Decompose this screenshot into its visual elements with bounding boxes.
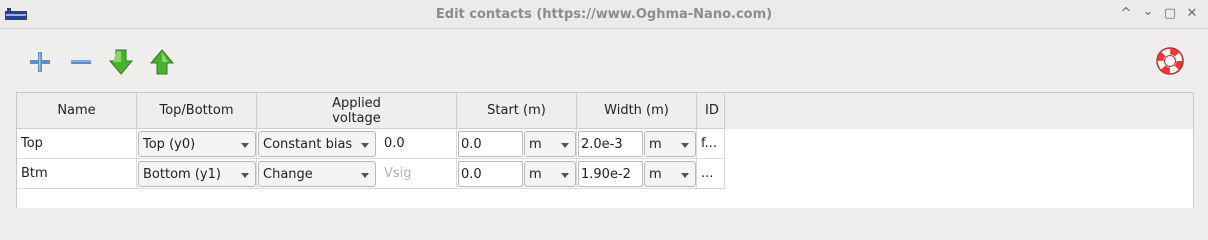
window-minimize-button[interactable]: ⌄: [1141, 5, 1155, 19]
voltage-type-value: Constant bias: [263, 137, 353, 152]
arrow-up-icon[interactable]: [148, 48, 176, 76]
chevron-down-icon: [241, 143, 249, 148]
chevron-down-icon: [241, 173, 249, 178]
position-value: Bottom (y1): [143, 167, 221, 182]
voltage-value-field[interactable]: 0.0: [384, 136, 405, 151]
column-header-width[interactable]: Width (m): [577, 93, 697, 129]
chevron-down-icon: [681, 143, 689, 148]
chevron-down-icon: [561, 143, 569, 148]
chevron-down-icon: [361, 173, 369, 178]
width-unit-dropdown[interactable]: m: [644, 161, 696, 187]
window-shade-button[interactable]: ^: [1119, 7, 1133, 21]
voltage-cell: Change Vsig: [257, 159, 457, 189]
contacts-table: Name Top/Bottom Applied voltage Start (m…: [16, 92, 1194, 208]
chevron-down-icon: [361, 143, 369, 148]
contact-id: ...: [701, 166, 714, 181]
name-cell[interactable]: Btm: [17, 159, 137, 189]
id-cell[interactable]: f...: [697, 129, 725, 159]
width-unit-value: m: [649, 137, 662, 152]
start-input[interactable]: 0.0: [458, 131, 523, 157]
title-bar: Edit contacts (https://www.Oghma-Nano.co…: [0, 0, 1208, 29]
start-unit-value: m: [529, 167, 542, 182]
arrow-down-icon[interactable]: [107, 48, 135, 76]
start-input[interactable]: 0.0: [458, 161, 523, 187]
position-cell: Top (y0): [137, 129, 257, 159]
voltage-type-value: Change: [263, 167, 313, 182]
contact-name: Top: [21, 136, 43, 151]
contact-id: f...: [701, 136, 718, 151]
lifebuoy-icon[interactable]: [1155, 46, 1185, 76]
width-input[interactable]: 1.90e-2: [578, 161, 643, 187]
position-dropdown[interactable]: Top (y0): [138, 131, 256, 157]
width-unit-value: m: [649, 167, 662, 182]
voltage-signal-field[interactable]: Vsig: [384, 166, 412, 181]
toolbar: [0, 30, 1208, 92]
width-unit-dropdown[interactable]: m: [644, 131, 696, 157]
column-header-name[interactable]: Name: [17, 93, 137, 129]
plus-icon[interactable]: [26, 48, 54, 76]
window-close-button[interactable]: ✕: [1185, 7, 1199, 21]
contact-name: Btm: [21, 166, 48, 181]
width-value: 2.0e-3: [581, 137, 623, 152]
width-cell: 1.90e-2 m: [577, 159, 697, 189]
position-dropdown[interactable]: Bottom (y1): [138, 161, 256, 187]
minus-icon[interactable]: [67, 48, 95, 76]
column-header-id[interactable]: ID: [697, 93, 725, 129]
name-cell[interactable]: Top: [17, 129, 137, 159]
start-cell: 0.0 m: [457, 129, 577, 159]
window-title: Edit contacts (https://www.Oghma-Nano.co…: [435, 7, 773, 22]
position-value: Top (y0): [143, 137, 196, 152]
window-maximize-button[interactable]: ▢: [1163, 7, 1177, 21]
start-unit-value: m: [529, 137, 542, 152]
voltage-cell: Constant bias 0.0: [257, 129, 457, 159]
start-cell: 0.0 m: [457, 159, 577, 189]
column-header-top-bottom[interactable]: Top/Bottom: [137, 93, 257, 129]
column-header-applied-voltage[interactable]: Applied voltage: [257, 93, 457, 129]
width-value: 1.90e-2: [581, 167, 631, 182]
column-header-start[interactable]: Start (m): [457, 93, 577, 129]
chevron-down-icon: [681, 173, 689, 178]
chevron-down-icon: [561, 173, 569, 178]
start-value: 0.0: [461, 137, 482, 152]
header-filler: [725, 93, 1193, 129]
width-input[interactable]: 2.0e-3: [578, 131, 643, 157]
id-cell[interactable]: ...: [697, 159, 725, 189]
start-value: 0.0: [461, 167, 482, 182]
width-cell: 2.0e-3 m: [577, 129, 697, 159]
voltage-type-dropdown[interactable]: Constant bias: [258, 131, 376, 157]
start-unit-dropdown[interactable]: m: [524, 161, 576, 187]
voltage-type-dropdown[interactable]: Change: [258, 161, 376, 187]
position-cell: Bottom (y1): [137, 159, 257, 189]
start-unit-dropdown[interactable]: m: [524, 131, 576, 157]
